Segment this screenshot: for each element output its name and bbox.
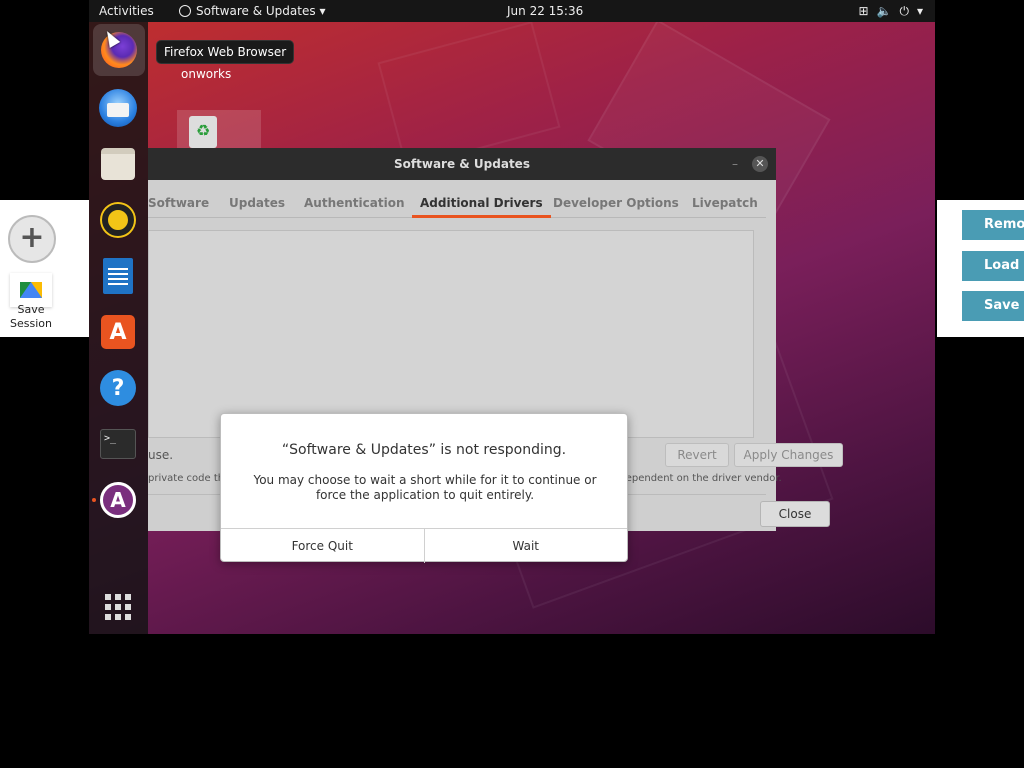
host-right-panel: Remo Load r Save r (937, 200, 1024, 337)
add-icon[interactable]: + (8, 215, 56, 263)
desktop-icon-label[interactable]: onworks (181, 67, 231, 81)
window-title: Software & Updates (394, 157, 530, 171)
dock: A ? >_ A (89, 22, 148, 634)
revert-button[interactable]: Revert (665, 443, 729, 467)
dialog-title: “Software & Updates” is not responding. (281, 442, 567, 458)
chevron-down-icon: ▾ (319, 4, 326, 18)
globe-icon (179, 5, 191, 17)
dock-item-writer[interactable] (98, 256, 138, 296)
status-text: use. (148, 448, 174, 462)
dock-item-firefox[interactable] (93, 24, 145, 76)
wait-button[interactable]: Wait (423, 529, 628, 563)
tab-livepatch[interactable]: Livepatch (692, 196, 758, 210)
host-left-panel: + Save Session (0, 200, 89, 337)
dock-tooltip: Firefox Web Browser (156, 40, 295, 64)
dock-item-thunderbird[interactable] (98, 88, 138, 128)
vm-screen: Activities Software & Updates ▾ Jun 22 1… (89, 0, 935, 634)
rhythmbox-icon (102, 204, 134, 236)
dock-item-terminal[interactable]: >_ (98, 424, 138, 464)
wallpaper-shape (377, 21, 561, 169)
top-bar: Activities Software & Updates ▾ Jun 22 1… (89, 0, 935, 22)
minimize-button[interactable]: – (732, 148, 738, 180)
dialog-buttons: Force Quit Wait (221, 528, 627, 563)
close-button[interactable]: Close (760, 501, 830, 527)
dock-item-software[interactable]: A (98, 312, 138, 352)
google-drive-icon[interactable] (10, 273, 52, 307)
tab-software[interactable]: Software (148, 196, 209, 210)
trash-icon[interactable]: ♻ (189, 116, 217, 148)
activities-button[interactable]: Activities (99, 4, 154, 18)
chevron-down-icon: ▾ (916, 4, 923, 18)
running-indicator (92, 498, 96, 502)
clock[interactable]: Jun 22 15:36 (507, 4, 583, 18)
tab-additional-drivers[interactable]: Additional Drivers (412, 196, 551, 218)
terminal-icon: >_ (100, 429, 136, 459)
document-icon (103, 258, 133, 294)
app-menu[interactable]: Software & Updates ▾ (179, 4, 325, 18)
network-icon: ⊞ (858, 4, 869, 18)
software-updates-window: Software & Updates – ✕ Software Updates … (148, 148, 843, 563)
software-store-icon: A (101, 315, 135, 349)
files-icon (101, 148, 135, 180)
dialog-message: You may choose to wait a short while for… (253, 473, 597, 502)
volume-icon: 🔈 (876, 4, 892, 18)
dock-item-rhythmbox[interactable] (98, 200, 138, 240)
tab-updates[interactable]: Updates (229, 196, 285, 210)
load-button[interactable]: Load r (962, 251, 1024, 281)
help-icon: ? (100, 370, 136, 406)
app-menu-label: Software & Updates (196, 4, 316, 18)
dock-item-software-updater[interactable]: A (98, 480, 138, 520)
thunderbird-icon (99, 89, 137, 127)
tab-authentication[interactable]: Authentication (304, 196, 405, 210)
remove-button[interactable]: Remo (962, 210, 1024, 240)
save-button[interactable]: Save r (962, 291, 1024, 321)
window-titlebar[interactable]: Software & Updates – ✕ (148, 148, 776, 180)
show-applications-icon[interactable] (105, 594, 131, 620)
drivers-list-panel (148, 230, 754, 438)
tab-developer-options[interactable]: Developer Options (553, 196, 679, 210)
dock-item-help[interactable]: ? (98, 368, 138, 408)
tab-bar: Software Updates Authentication Addition… (148, 188, 766, 218)
force-quit-button[interactable]: Force Quit (221, 529, 424, 563)
software-updater-icon: A (100, 482, 136, 518)
power-icon: ⏻ (899, 4, 909, 18)
system-tray[interactable]: ⊞ 🔈 ⏻ ▾ (850, 4, 923, 19)
not-responding-dialog: “Software & Updates” is not responding. … (220, 413, 628, 563)
dock-item-files[interactable] (98, 144, 138, 184)
save-session-label[interactable]: Save Session (0, 303, 62, 331)
window-close-button[interactable]: ✕ (752, 156, 768, 172)
apply-changes-button[interactable]: Apply Changes (734, 443, 843, 467)
